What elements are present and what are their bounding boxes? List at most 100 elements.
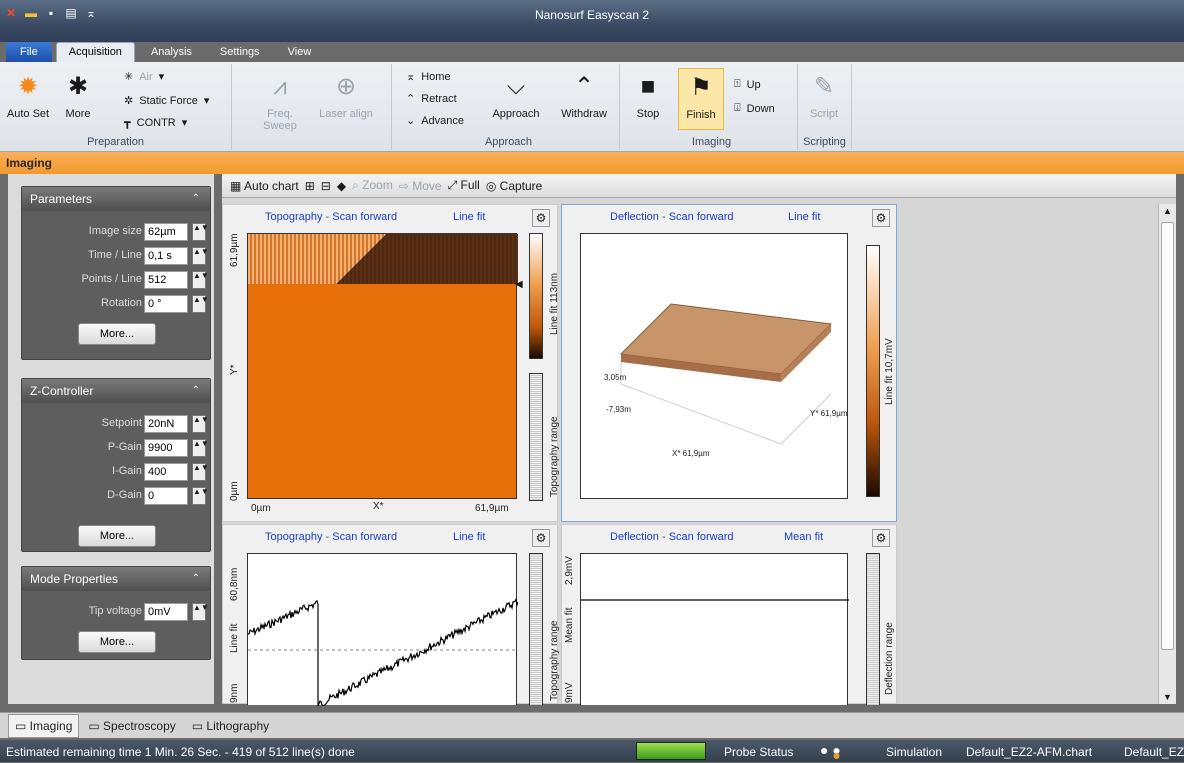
time-line-spinner[interactable]: ▲▼ <box>192 247 209 265</box>
gear-icon[interactable]: ⚙ <box>872 529 890 547</box>
chart-fit-label: Line fit <box>788 211 821 223</box>
rotation-input[interactable]: 0 ° <box>144 295 188 313</box>
contr-dropdown[interactable]: ┳ CONTR ▾ <box>124 116 187 130</box>
d-gain-input[interactable]: 0 <box>144 487 188 505</box>
chart-topography-line[interactable]: Topography - Scan forward Line fit ⚙ 60,… <box>222 524 560 707</box>
range-bar[interactable] <box>529 553 543 705</box>
tab-analysis[interactable]: Analysis <box>139 43 204 62</box>
eraser-icon[interactable]: ◆ <box>337 179 346 193</box>
tab-lithography[interactable]: ▭ Lithography <box>185 714 276 738</box>
i-gain-input[interactable]: 400 <box>144 463 188 481</box>
chart-toolbar: ▦ Auto chart ⊞ ⊟ ◆ ⌕ Zoom ⇨ Move ⤢ Full … <box>222 174 1176 198</box>
auto-set-icon: ✹ <box>17 73 39 100</box>
more-button[interactable]: ✱ More <box>58 72 98 120</box>
p-gain-spinner[interactable]: ▲▼ <box>192 439 209 457</box>
d-gain-spinner[interactable]: ▲▼ <box>192 487 209 505</box>
rotation-row: Rotation 0 ° ▲▼ <box>22 293 212 315</box>
zoom-button[interactable]: ⌕ Zoom <box>352 178 393 193</box>
z-controller-header[interactable]: Z-Controller ⌃ <box>22 379 210 403</box>
gear-icon[interactable]: ⚙ <box>532 209 550 227</box>
script-button[interactable]: ✎ Script <box>804 72 844 120</box>
mode-properties-header[interactable]: Mode Properties ⌃ <box>22 567 210 591</box>
withdraw-button[interactable]: ⌃ Withdraw <box>554 72 614 120</box>
collapse-icon[interactable]: ⌃ <box>192 573 200 584</box>
finish-button[interactable]: ⚑ Finish <box>678 68 724 130</box>
auto-chart-button[interactable]: ▦ Auto chart <box>230 179 299 193</box>
z-controller-panel: Z-Controller ⌃ Setpoint 20nN ▲▼ P-Gain 9900 ▲… <box>21 378 211 552</box>
move-button[interactable]: ⇨ Move <box>399 179 442 193</box>
tab-settings[interactable]: Settings <box>208 43 272 62</box>
tab-spectroscopy[interactable]: ▭ Spectroscopy <box>81 714 182 738</box>
mode-properties-more-button[interactable]: More... <box>78 631 156 653</box>
status-text: Estimated remaining time 1 Min. 26 Sec. … <box>6 745 355 759</box>
rotation-spinner[interactable]: ▲▼ <box>192 295 209 313</box>
tip-voltage-input[interactable]: 0mV <box>144 603 188 621</box>
scroll-thumb[interactable] <box>1161 222 1174 650</box>
static-force-dropdown[interactable]: ✲ Static Force ▾ <box>124 94 209 108</box>
topography-line-plot <box>247 553 519 707</box>
p-gain-input[interactable]: 9900 <box>144 439 188 457</box>
tab-file[interactable]: File <box>6 42 52 62</box>
chart-title: Deflection - Scan forward <box>610 211 734 223</box>
chart-fit-label: Line fit <box>453 531 486 543</box>
remove-chart-icon[interactable]: ⊟ <box>321 179 331 193</box>
setpoint-spinner[interactable]: ▲▼ <box>192 415 209 433</box>
scale-marker-icon[interactable]: ◀ <box>515 279 523 290</box>
setpoint-input[interactable]: 20nN <box>144 415 188 433</box>
tab-acquisition[interactable]: Acquisition <box>55 42 135 62</box>
left-panel: Parameters ⌃ Image size 62µm ▲▼ Time / Line… <box>8 174 214 704</box>
ribbon: ✹ Auto Set ✱ More ✳ Air ▾ ✲ Static Force ▾ ┳… <box>0 62 1184 152</box>
range-bar[interactable] <box>866 553 880 705</box>
chart-deflection-3d[interactable]: Deflection - Scan forward Line fit ⚙ 3,0… <box>561 204 897 522</box>
chart-file-label: Default_EZ2-AFM.chart <box>966 745 1093 759</box>
gear-icon[interactable]: ⚙ <box>872 209 890 227</box>
p-gain-row: P-Gain 9900 ▲▼ <box>22 437 212 459</box>
auto-set-button[interactable]: ✹ Auto Set <box>6 72 50 120</box>
image-size-spinner[interactable]: ▲▼ <box>192 223 209 241</box>
finish-flag-icon: ⚑ <box>690 74 712 101</box>
advance-button[interactable]: ⌄ Advance <box>406 114 464 128</box>
scroll-down-icon[interactable]: ▼ <box>1163 692 1172 702</box>
chart-fit-label: Line fit <box>453 211 486 223</box>
parameters-panel: Parameters ⌃ Image size 62µm ▲▼ Time / Line… <box>21 186 211 360</box>
freq-sweep-button[interactable]: ⩘ Freq. Sweep <box>250 72 310 132</box>
collapse-icon[interactable]: ⌃ <box>192 385 200 396</box>
image-size-input[interactable]: 62µm <box>144 223 188 241</box>
gear-icon[interactable]: ⚙ <box>532 529 550 547</box>
parameters-header[interactable]: Parameters ⌃ <box>22 187 210 211</box>
tab-view[interactable]: View <box>276 43 324 62</box>
full-button[interactable]: ⤢ Full <box>448 178 480 193</box>
down-button[interactable]: ⍗ Down <box>734 102 775 115</box>
vertical-scrollbar[interactable]: ▲ ▼ <box>1158 204 1176 704</box>
chart-topography-image[interactable]: Topography - Scan forward Line fit ⚙ 61,… <box>222 204 560 522</box>
i-gain-spinner[interactable]: ▲▼ <box>192 463 209 481</box>
up-button[interactable]: ⍐ Up <box>734 78 761 91</box>
home-icon: ⌅ <box>406 71 416 83</box>
air-dropdown[interactable]: ✳ Air ▾ <box>124 70 164 84</box>
approach-button[interactable]: ⌵ Approach <box>486 72 546 120</box>
range-bar[interactable] <box>529 373 543 501</box>
tab-imaging[interactable]: ▭ Imaging <box>8 713 80 738</box>
capture-button[interactable]: ◎ Capture <box>486 179 543 193</box>
z-controller-more-button[interactable]: More... <box>78 525 156 547</box>
window-title: Nanosurf Easyscan 2 <box>534 8 650 22</box>
title-bar: ✕ ▬ ▪ ▤ ⌅ Nanosurf Easyscan 2 <box>0 0 1184 42</box>
points-line-spinner[interactable]: ▲▼ <box>192 271 209 289</box>
chart-fit-label: Mean fit <box>784 531 824 543</box>
group-imaging: ■ Stop ⚑ Finish ⍐ Up ⍗ Down Imaging <box>626 64 798 150</box>
laser-align-button[interactable]: ⊕ Laser align <box>316 72 376 120</box>
points-line-input[interactable]: 512 <box>144 271 188 289</box>
approach-icon: ⌵ <box>506 73 526 100</box>
retract-button[interactable]: ⌃ Retract <box>406 92 457 106</box>
scroll-up-icon[interactable]: ▲ <box>1163 206 1172 216</box>
home-button[interactable]: ⌅ Home <box>406 70 451 84</box>
chart-deflection-line[interactable]: Deflection - Scan forward Mean fit ⚙ 2,9… <box>561 524 897 705</box>
stop-button[interactable]: ■ Stop <box>630 72 666 120</box>
tip-voltage-spinner[interactable]: ▲▼ <box>192 603 209 621</box>
script-icon: ✎ <box>813 73 835 100</box>
add-chart-icon[interactable]: ⊞ <box>305 179 315 193</box>
parameters-more-button[interactable]: More... <box>78 323 156 345</box>
time-line-input[interactable]: 0,1 s <box>144 247 188 265</box>
freq-sweep-icon: ⩘ <box>273 73 287 100</box>
collapse-icon[interactable]: ⌃ <box>192 193 200 204</box>
